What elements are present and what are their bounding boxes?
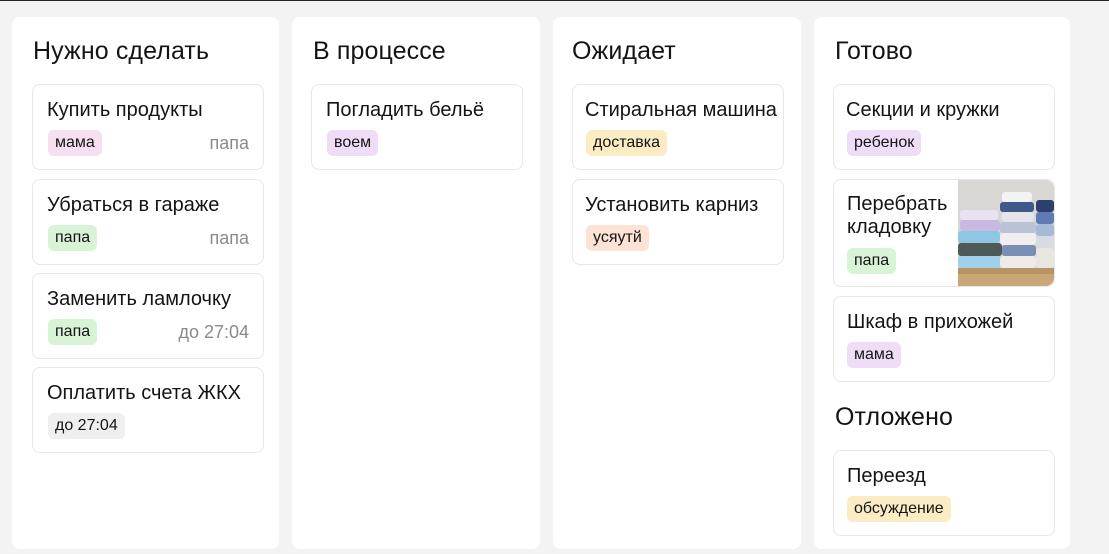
card-title-line: Перебрать bbox=[847, 193, 948, 215]
card-title: Оплатить счета ЖКХ bbox=[47, 382, 241, 404]
assignee-tag[interactable]: мама bbox=[48, 130, 102, 156]
task-card[interactable]: Шкаф в прихожей мама bbox=[833, 296, 1055, 382]
status-tag[interactable]: усяутй bbox=[586, 225, 649, 251]
task-card[interactable]: Секции и кружки ребенок bbox=[833, 84, 1055, 170]
status-tag[interactable]: обсуждение bbox=[847, 496, 951, 522]
card-title: Погладить бельё bbox=[326, 99, 485, 121]
assignee-tag[interactable]: папа bbox=[847, 248, 897, 274]
task-card[interactable]: Перебрать кладовку папа bbox=[833, 179, 1055, 287]
task-card[interactable]: Купить продукты мама папа bbox=[32, 84, 264, 170]
column-todo: Нужно сделать Купить продукты мама папа … bbox=[12, 17, 279, 549]
card-title: Стиральная машина bbox=[585, 99, 777, 121]
card-title: Установить карниз bbox=[585, 194, 759, 216]
status-tag[interactable]: доставка bbox=[586, 130, 668, 156]
assignee-tag[interactable]: воем bbox=[327, 130, 379, 156]
column-title: Ожидает bbox=[572, 37, 676, 65]
card-title: Перебрать кладовку bbox=[847, 193, 947, 239]
column-in-progress: В процессе Погладить бельё воем bbox=[292, 17, 540, 549]
column-title: Готово bbox=[835, 37, 913, 65]
card-title-line: кладовку bbox=[847, 216, 932, 238]
due-date-tag[interactable]: до 27:04 bbox=[48, 413, 125, 439]
assignee-tag[interactable]: ребенок bbox=[847, 130, 922, 156]
task-card[interactable]: Заменить ламлочку папа до 27:04 bbox=[32, 273, 264, 359]
task-card[interactable]: Стиральная машина доставка bbox=[572, 84, 784, 170]
task-card[interactable]: Убраться в гараже папа папа bbox=[32, 179, 264, 265]
task-card[interactable]: Переезд обсуждение bbox=[833, 450, 1055, 536]
assignee-tag[interactable]: мама bbox=[847, 342, 901, 368]
column-done: Готово Секции и кружки ребенок Перебрать… bbox=[814, 17, 1070, 549]
card-title: Секции и кружки bbox=[846, 99, 1000, 121]
assignee-tag[interactable]: папа bbox=[48, 319, 98, 345]
column-title: Нужно сделать bbox=[33, 37, 210, 65]
card-title: Переезд bbox=[847, 465, 926, 487]
card-title: Купить продукты bbox=[47, 99, 203, 121]
card-title: Шкаф в прихожей bbox=[847, 311, 1014, 333]
column-waiting: Ожидает Стиральная машина доставка Устан… bbox=[553, 17, 801, 549]
due-date: до 27:04 bbox=[178, 322, 249, 342]
column-title: В процессе bbox=[313, 37, 446, 65]
column-title-postponed: Отложено bbox=[835, 403, 953, 431]
folded-clothes-photo bbox=[958, 180, 1054, 286]
card-meta: папа bbox=[209, 228, 249, 248]
task-card[interactable]: Погладить бельё воем bbox=[311, 84, 523, 170]
card-meta: папа bbox=[209, 133, 249, 153]
task-card[interactable]: Оплатить счета ЖКХ до 27:04 bbox=[32, 367, 264, 453]
task-card[interactable]: Установить карниз усяутй bbox=[572, 179, 784, 265]
card-title: Заменить ламлочку bbox=[47, 288, 231, 310]
card-title: Убраться в гараже bbox=[47, 194, 220, 216]
assignee-tag[interactable]: папа bbox=[48, 225, 98, 251]
